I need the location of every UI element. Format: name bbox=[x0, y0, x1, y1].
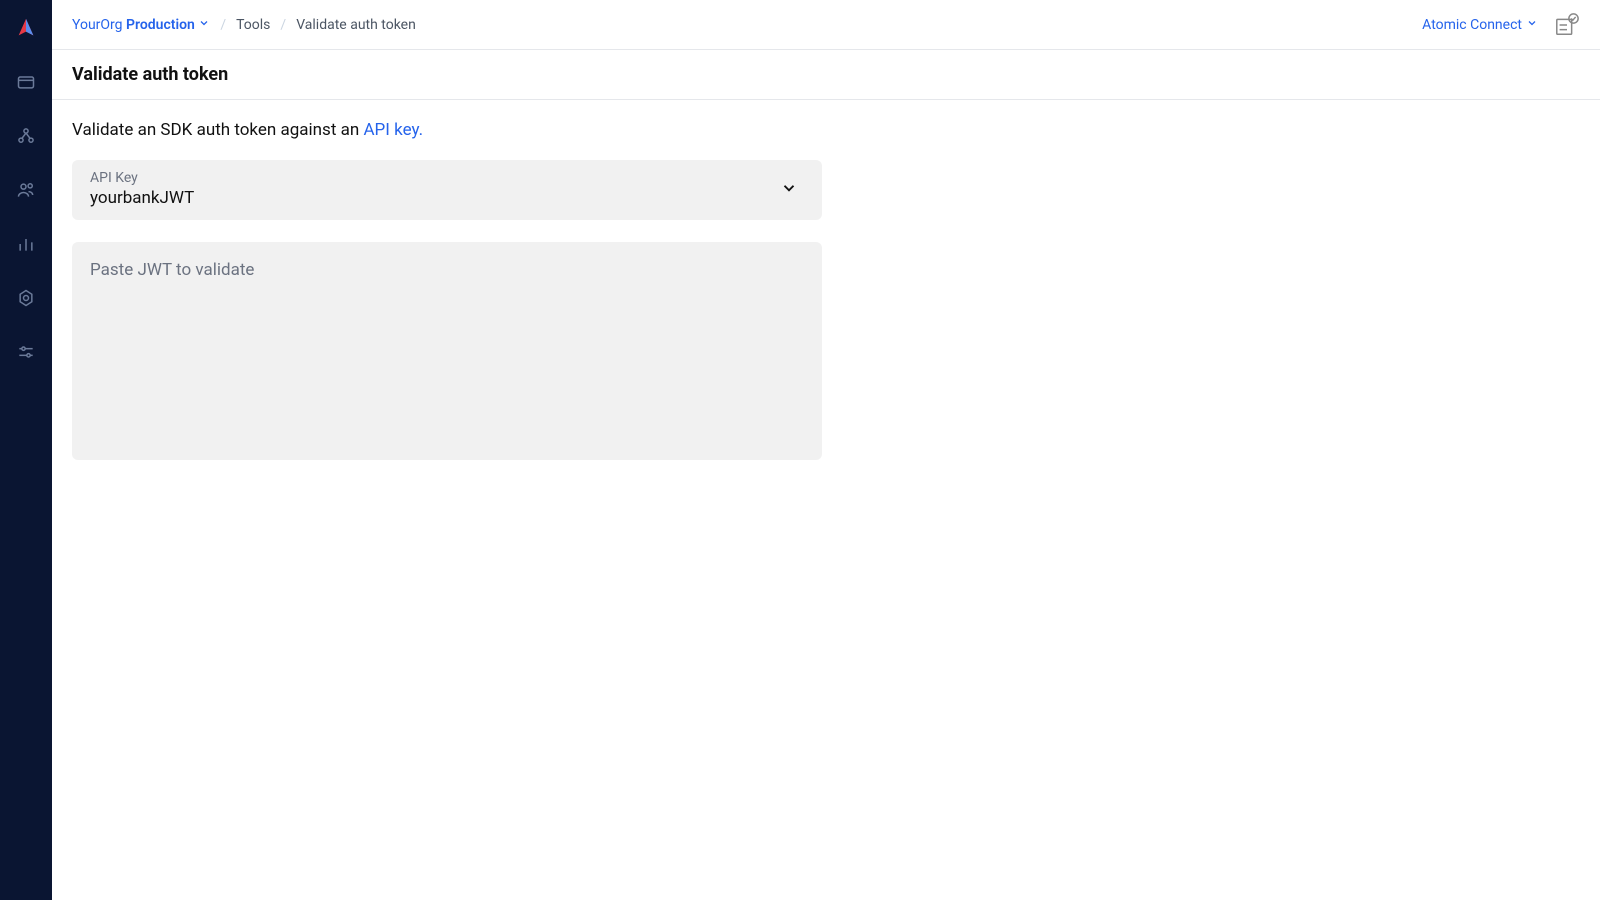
page-title: Validate auth token bbox=[72, 64, 1580, 85]
chevron-down-icon bbox=[780, 179, 798, 201]
breadcrumb-separator: / bbox=[280, 17, 286, 33]
sliders-icon[interactable] bbox=[14, 340, 38, 364]
topbar-right: Atomic Connect bbox=[1422, 12, 1580, 38]
api-key-link[interactable]: API key. bbox=[363, 120, 423, 140]
chevron-down-icon bbox=[198, 17, 210, 29]
atomic-connect-link[interactable]: Atomic Connect bbox=[1422, 17, 1538, 33]
breadcrumb-current: Validate auth token bbox=[296, 17, 416, 33]
breadcrumb-org[interactable]: YourOrg Production bbox=[72, 17, 210, 33]
chevron-down-icon bbox=[1526, 17, 1538, 33]
jwt-input[interactable] bbox=[72, 242, 822, 460]
logo-icon[interactable] bbox=[14, 16, 38, 40]
page-description: Validate an SDK auth token against an AP… bbox=[72, 120, 1580, 140]
breadcrumb-tools[interactable]: Tools bbox=[236, 17, 270, 33]
page-content: Validate an SDK auth token against an AP… bbox=[52, 100, 1600, 484]
status-checklist-icon[interactable] bbox=[1554, 12, 1580, 38]
api-key-select-value: yourbankJWT bbox=[90, 188, 804, 208]
users-icon[interactable] bbox=[14, 178, 38, 202]
breadcrumb-separator: / bbox=[220, 17, 226, 33]
api-key-select[interactable]: API Key yourbankJWT bbox=[72, 160, 822, 220]
atomic-connect-label: Atomic Connect bbox=[1422, 17, 1522, 33]
description-text: Validate an SDK auth token against an bbox=[72, 120, 363, 140]
webhook-icon[interactable] bbox=[14, 124, 38, 148]
breadcrumb: YourOrg Production / Tools / Validate au… bbox=[72, 17, 416, 33]
analytics-icon[interactable] bbox=[14, 232, 38, 256]
api-key-select-label: API Key bbox=[90, 170, 804, 186]
breadcrumb-env-label: Production bbox=[126, 17, 195, 33]
topbar: YourOrg Production / Tools / Validate au… bbox=[52, 0, 1600, 50]
settings-icon[interactable] bbox=[14, 286, 38, 310]
page-title-bar: Validate auth token bbox=[52, 50, 1600, 100]
sidebar bbox=[0, 0, 52, 900]
main-content: YourOrg Production / Tools / Validate au… bbox=[52, 0, 1600, 900]
form-area: API Key yourbankJWT bbox=[72, 160, 822, 464]
card-icon[interactable] bbox=[14, 70, 38, 94]
breadcrumb-org-label: YourOrg bbox=[72, 17, 123, 33]
